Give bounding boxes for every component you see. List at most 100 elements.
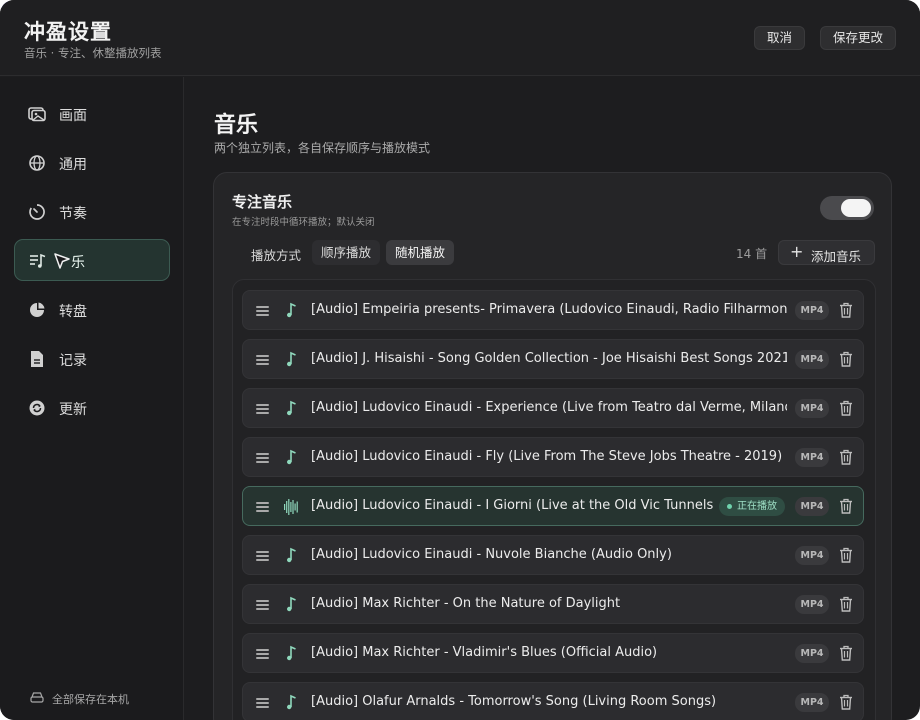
drag-handle-icon[interactable]: [256, 600, 269, 610]
track-name: [Audio] Max Richter - On the Nature of D…: [311, 596, 621, 611]
document-icon: [31, 351, 43, 367]
sidebar-item-wheel[interactable]: 转盘: [14, 289, 170, 331]
page-description: 两个独立列表，各自保存顺序与播放模式: [214, 141, 431, 155]
delete-track-icon[interactable]: [839, 498, 853, 514]
window-title: 冲盈设置: [24, 20, 112, 44]
drag-handle-icon[interactable]: [256, 453, 269, 463]
music-note-icon: [287, 302, 296, 318]
track-row[interactable]: [Audio] Empeiria presents- Primavera (Lu…: [242, 290, 864, 330]
header: 冲盈设置 音乐 · 专注、休整播放列表 取消 保存更改: [0, 0, 920, 76]
sidebar-item-label: 记录: [59, 353, 87, 369]
cursor-icon: [54, 253, 70, 269]
format-badge: MP4: [795, 595, 829, 614]
focus-music-card: 专注音乐 在专注时段中循环播放；默认关闭 播放方式 顺序播放 随机播放 14 首…: [213, 172, 892, 720]
add-music-label: 添加音乐: [811, 249, 862, 264]
sidebar-item-label: 节奏: [59, 206, 87, 222]
track-list: [Audio] Empeiria presents- Primavera (Lu…: [232, 279, 876, 720]
track-row[interactable]: [Audio] Max Richter - Vladimir's Blues (…: [242, 633, 864, 673]
music-note-icon: [287, 645, 296, 661]
delete-track-icon[interactable]: [839, 351, 853, 367]
track-name: [Audio] J. Hisaishi - Song Golden Collec…: [311, 351, 787, 366]
sidebar-item-music[interactable]: 乐: [14, 239, 170, 281]
sidebar-item-label: 更新: [59, 402, 87, 418]
mode-sequential-button[interactable]: 顺序播放: [312, 240, 381, 265]
delete-track-icon[interactable]: [839, 400, 853, 416]
track-row[interactable]: [Audio] Ólafur Arnalds - Tomorrow's Song…: [242, 682, 864, 720]
format-badge: MP4: [795, 644, 829, 663]
track-name: [Audio] Ludovico Einaudi - Fly (Live Fro…: [311, 449, 783, 464]
sidebar-item-rhythm[interactable]: 节奏: [14, 191, 170, 233]
music-note-icon: [287, 547, 296, 563]
format-badge: MP4: [795, 301, 829, 320]
toggle-knob: [841, 199, 871, 217]
drag-handle-icon[interactable]: [256, 404, 269, 414]
drag-handle-icon[interactable]: [256, 649, 269, 659]
sidebar-item-general[interactable]: 通用: [14, 142, 170, 184]
mode-shuffle-button[interactable]: 随机播放: [386, 240, 455, 265]
track-count: 14 首: [736, 247, 768, 261]
delete-track-icon[interactable]: [839, 547, 853, 563]
local-storage-label: 全部保存在本机: [52, 693, 129, 706]
format-badge: MP4: [795, 693, 829, 712]
image-icon: [28, 107, 46, 122]
track-row[interactable]: [Audio] Max Richter - On the Nature of D…: [242, 584, 864, 624]
settings-window: 冲盈设置 音乐 · 专注、休整播放列表 取消 保存更改 画面 通用 节奏 乐 转…: [0, 0, 920, 720]
pie-chart-icon: [30, 302, 45, 317]
focus-music-toggle[interactable]: [820, 196, 874, 220]
sidebar-item-label: 画面: [59, 108, 87, 124]
track-row[interactable]: [Audio] Ludovico Einaudi - Experience (L…: [242, 388, 864, 428]
drag-handle-icon[interactable]: [256, 355, 269, 365]
music-note-icon: [287, 694, 296, 710]
page-title: 音乐: [214, 113, 259, 138]
track-name: [Audio] Ludovico Einaudi - Experience (L…: [311, 400, 787, 415]
track-name: [Audio] Empeiria presents- Primavera (Lu…: [311, 302, 787, 317]
save-changes-button[interactable]: 保存更改: [820, 26, 897, 50]
now-playing-badge: 正在播放: [719, 497, 785, 516]
format-badge: MP4: [795, 448, 829, 467]
audio-wave-icon: [284, 499, 298, 515]
track-row[interactable]: [Audio] Ludovico Einaudi - Fly (Live Fro…: [242, 437, 864, 477]
format-badge: MP4: [795, 546, 829, 565]
sidebar-item-records[interactable]: 记录: [14, 338, 170, 380]
delete-track-icon[interactable]: [839, 645, 853, 661]
track-name: [Audio] Ólafur Arnalds - Tomorrow's Song…: [311, 694, 717, 709]
sidebar-item-label: 乐: [71, 255, 85, 271]
plus-icon: +: [790, 242, 804, 261]
track-name: [Audio] Ludovico Einaudi - I Giorni (Liv…: [311, 498, 713, 513]
delete-track-icon[interactable]: [839, 596, 853, 612]
format-badge: MP4: [795, 350, 829, 369]
sidebar: 画面 通用 节奏 乐 转盘 记录 更新 全部保存在本机: [0, 77, 184, 720]
timer-icon: [29, 204, 45, 220]
music-list-icon: [30, 253, 46, 268]
drive-icon: [30, 692, 44, 703]
delete-track-icon[interactable]: [839, 694, 853, 710]
card-subtitle: 在专注时段中循环播放；默认关闭: [232, 217, 375, 228]
track-row[interactable]: [Audio] Ludovico Einaudi - Nuvole Bianch…: [242, 535, 864, 575]
format-badge: MP4: [795, 399, 829, 418]
drag-handle-icon[interactable]: [256, 306, 269, 316]
refresh-icon: [29, 400, 45, 416]
sidebar-item-update[interactable]: 更新: [14, 387, 170, 429]
globe-icon: [29, 155, 45, 171]
delete-track-icon[interactable]: [839, 449, 853, 465]
music-note-icon: [287, 351, 296, 367]
sidebar-item-display[interactable]: 画面: [14, 93, 170, 135]
track-name: [Audio] Max Richter - Vladimir's Blues (…: [311, 645, 658, 660]
track-row[interactable]: [Audio] J. Hisaishi - Song Golden Collec…: [242, 339, 864, 379]
track-name: [Audio] Ludovico Einaudi - Nuvole Bianch…: [311, 547, 672, 562]
drag-handle-icon[interactable]: [256, 698, 269, 708]
track-row[interactable]: [Audio] Ludovico Einaudi - I Giorni (Liv…: [242, 486, 864, 526]
music-note-icon: [287, 400, 296, 416]
cancel-button[interactable]: 取消: [754, 26, 806, 50]
card-title: 专注音乐: [232, 193, 293, 211]
play-mode-label: 播放方式: [251, 248, 302, 263]
sidebar-item-label: 转盘: [59, 304, 87, 320]
music-note-icon: [287, 596, 296, 612]
sidebar-item-label: 通用: [59, 157, 87, 173]
format-badge: MP4: [795, 497, 829, 516]
window-subtitle: 音乐 · 专注、休整播放列表: [24, 46, 162, 60]
drag-handle-icon[interactable]: [256, 502, 269, 512]
drag-handle-icon[interactable]: [256, 551, 269, 561]
delete-track-icon[interactable]: [839, 302, 853, 318]
add-music-button[interactable]: + 添加音乐: [778, 240, 875, 265]
